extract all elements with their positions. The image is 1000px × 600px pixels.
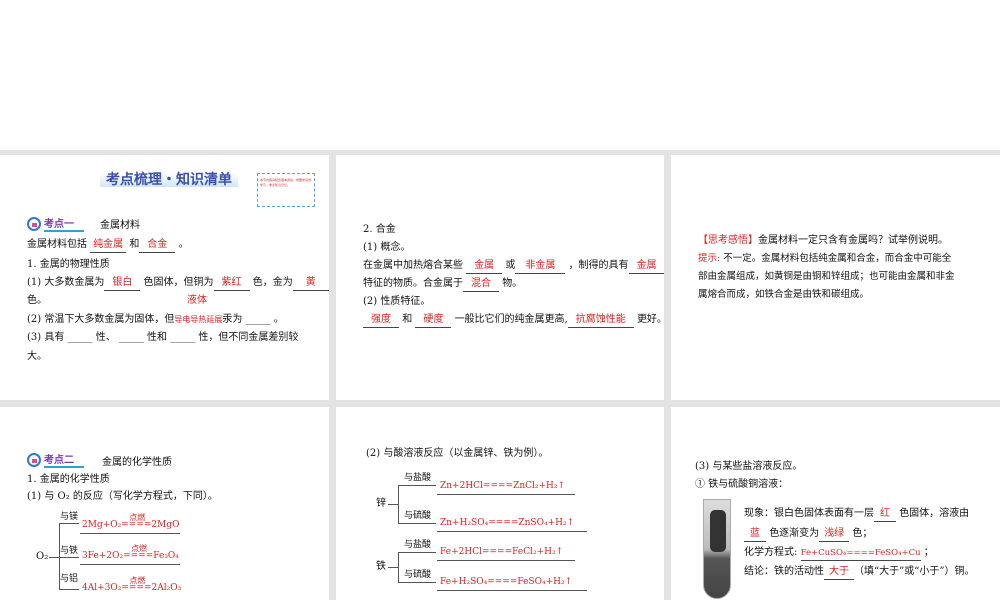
text-line: 特征的物质。合金属于 混合 物。 bbox=[363, 277, 522, 292]
text-line: (2) 性质特征。 bbox=[363, 296, 431, 307]
text-line: 色。 液体 bbox=[27, 295, 207, 306]
section-heading: 金属的化学性质 bbox=[102, 457, 172, 468]
text-line: (2) 常温下大多数金属为固体，但导电导热延展汞为 _____ 。 bbox=[27, 314, 284, 325]
text-line: 现象：银白色固体表面有一层红 色固体，溶液由 bbox=[744, 507, 969, 522]
iron-label: 铁 bbox=[376, 561, 386, 572]
slide-4[interactable]: 考点二 金属的化学性质 1. 金属的化学性质 (1) 与 O₂ 的反应（写化学方… bbox=[0, 407, 329, 600]
tag-label: 考点一 bbox=[44, 215, 84, 232]
slide-grid: 考点梳理・知识清单 本节内容请结合课本阅读，按要求完成学习，重点知识记忆。 考点… bbox=[0, 150, 1000, 600]
text-line: 结论：铁的活动性 大于 （填“大于”或“小于”）铜。 bbox=[744, 565, 974, 580]
slide-6[interactable]: (3) 与某些盐溶液反应。 ① 铁与硫酸铜溶液： 现象：银白色固体表面有一层红 … bbox=[671, 407, 1000, 600]
equation-al: 4Al+3O₂ 点燃 ====2Al₂O₃ bbox=[82, 576, 182, 593]
o2-label: O₂ bbox=[36, 551, 49, 562]
slide-2[interactable]: 2. 合金 (1) 概念。 在金属中加热熔合某些 金属 或非金属 ，制得的具有金… bbox=[336, 155, 664, 400]
text-line: (2) 与酸溶液反应（以金属锌、铁为例）。 bbox=[366, 448, 549, 459]
branch-label: 与铁 bbox=[60, 546, 79, 556]
text-line: 1. 金属的物理性质 bbox=[27, 259, 110, 270]
equation-mg: 2Mg+O₂ 点燃 ====2MgO bbox=[82, 513, 180, 530]
kaodian-tag: 考点二 bbox=[27, 451, 84, 468]
text-line: 金属材料包括 纯金属 和合金 。 bbox=[27, 238, 189, 253]
branch-label: 与盐酸 bbox=[404, 540, 432, 550]
text-line: (3) 具有 _____ 性、 _____ 性和 _____ 性，但不同金属差别… bbox=[27, 332, 299, 343]
text-line: 1. 金属的化学性质 bbox=[27, 474, 110, 485]
text-line: 化学方程式: Fe+CuSO₄====FeSO₄+Cu ； bbox=[744, 546, 934, 561]
branch-label: 与硫酸 bbox=[404, 511, 432, 521]
text-line: 强度 和 硬度 一般比它们的纯金属更高, 抗腐蚀性能 更好。 bbox=[363, 313, 664, 328]
branch-label: 与盐酸 bbox=[404, 473, 432, 483]
equation: Zn+2HCl====ZnCl₂+H₂↑ bbox=[440, 481, 566, 491]
text-line: (1) 概念。 bbox=[363, 242, 411, 253]
text-line: 蓝 色逐渐变为 浅绿 色； bbox=[744, 527, 872, 542]
equation-fe: 3Fe+2O₂ 点燃 ====Fe₃O₄ bbox=[82, 544, 179, 561]
zinc-label: 锌 bbox=[376, 498, 386, 509]
section-heading: 金属材料 bbox=[100, 220, 140, 231]
slide-3[interactable]: 【思考感悟】金属材料一定只含有金属吗？试举例说明。 提示: 不一定。金属材料包括… bbox=[671, 155, 1000, 400]
equation: Fe+H₂SO₄====FeSO₄+H₂↑ bbox=[440, 577, 573, 587]
text-line: 在金属中加热熔合某些 金属 或非金属 ，制得的具有 金属 bbox=[363, 259, 664, 274]
slide-title: 考点梳理・知识清单 bbox=[100, 173, 238, 187]
test-tube-image bbox=[703, 499, 731, 599]
equation: Zn+H₂SO₄====ZnSO₄+H₂↑ bbox=[440, 518, 575, 528]
note-text: 本节内容请结合课本阅读，按要求完成学习，重点知识记忆。 bbox=[260, 178, 312, 187]
branch-label: 与铝 bbox=[60, 574, 79, 584]
text-line: (1) 大多数金属为 银白 色固体，但铜为 紫红 色，金为黄 bbox=[27, 276, 329, 291]
tag-label: 考点二 bbox=[44, 451, 84, 468]
branch-label: 与镁 bbox=[60, 512, 79, 522]
equation: Fe+2HCl====FeCl₂+H₂↑ bbox=[440, 547, 564, 557]
slide-5[interactable]: (2) 与酸溶液反应（以金属锌、铁为例）。 锌 与盐酸 与硫酸 Zn+2HCl=… bbox=[336, 407, 664, 600]
text-line: ① 铁与硫酸铜溶液： bbox=[695, 479, 789, 490]
text-line: 部由金属组成，如黄铜是由铜和锌组成；也可能由金属和非金 bbox=[698, 271, 955, 282]
text-line: 【思考感悟】金属材料一定只含有金属吗？试举例说明。 bbox=[698, 235, 948, 246]
text-line: 提示: 不一定。金属材料包括纯金属和合金，而合金中可能全 bbox=[698, 253, 952, 264]
text-line: 属熔合而成，如铁合金是由铁和碳组成。 bbox=[698, 289, 870, 300]
text-line: 2. 合金 bbox=[363, 224, 396, 235]
tag-icon bbox=[27, 216, 41, 231]
branch-label: 与硫酸 bbox=[404, 570, 432, 580]
note-box: 本节内容请结合课本阅读，按要求完成学习，重点知识记忆。 bbox=[257, 173, 315, 207]
kaodian-tag: 考点一 bbox=[27, 215, 84, 232]
slide-1[interactable]: 考点梳理・知识清单 本节内容请结合课本阅读，按要求完成学习，重点知识记忆。 考点… bbox=[0, 155, 329, 400]
tag-icon bbox=[27, 452, 41, 467]
text-line: (3) 与某些盐溶液反应。 bbox=[695, 461, 803, 472]
text-line: 大。 bbox=[27, 351, 47, 362]
text-line: (1) 与 O₂ 的反应（写化学方程式，下同）。 bbox=[27, 491, 218, 502]
